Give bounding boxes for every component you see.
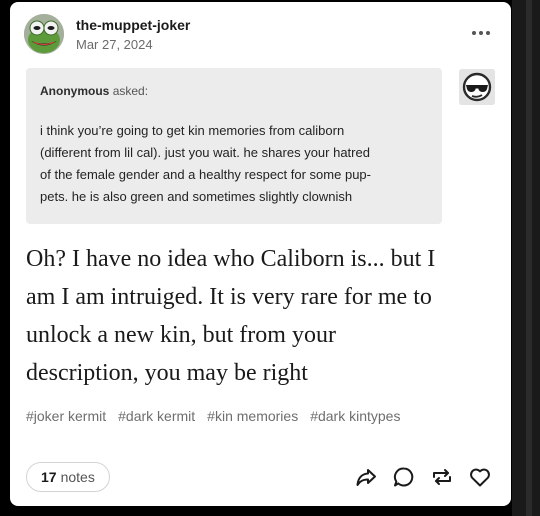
answer-line: description, you may be right [26,360,308,386]
asked-label: asked: [112,84,149,98]
answer-line: unlock a new kin, but from your [26,322,336,348]
more-options-icon[interactable] [472,24,490,42]
reblog-icon[interactable] [430,465,454,489]
tag-link[interactable]: #kin memories [207,408,298,424]
post-header: the-muppet-joker Mar 27, 2024 [10,2,511,62]
scrollbar-track[interactable] [526,0,532,516]
tag-link[interactable]: #joker kermit [26,408,106,424]
anonymous-avatar [459,69,495,105]
post-date[interactable]: Mar 27, 2024 [76,37,153,52]
question-line: pets. he is also green and sometimes sli… [40,189,353,204]
window-edge [512,0,540,516]
blog-name[interactable]: the-muppet-joker [76,17,190,33]
share-icon[interactable] [354,465,378,489]
notes-button[interactable]: 17 notes [26,462,110,492]
reply-icon[interactable] [392,465,416,489]
ask-question: i think you’re going to get kin memories… [40,120,432,208]
anonymous-sunglasses-icon [459,69,495,105]
tag-link[interactable]: #dark kintypes [310,408,400,424]
question-line: i think you’re going to get kin memories… [40,123,345,138]
like-icon[interactable] [468,465,492,489]
tag-link[interactable]: #dark kermit [118,408,195,424]
question-line: of the female gender and a healthy respe… [40,167,371,182]
question-line: (different from lil cal). just you wait.… [40,145,370,160]
post-actions [354,465,492,489]
tag-list: #joker kermit #dark kermit #kin memories… [26,408,400,424]
post-card: the-muppet-joker Mar 27, 2024 Anonymous … [10,2,511,506]
kermit-avatar-icon [24,14,64,54]
answer-text: Oh? I have no idea who Caliborn is... bu… [26,240,501,392]
answer-line: Oh? I have no idea who Caliborn is... bu… [26,246,436,272]
dot [479,31,483,35]
ask-header: Anonymous asked: [40,84,148,98]
notes-label: notes [60,469,95,485]
blog-avatar[interactable] [24,14,64,54]
dot [486,31,490,35]
dot [472,31,476,35]
answer-line: am I am intruiged. It is very rare for m… [26,284,432,310]
ask-bubble: Anonymous asked: i think you’re going to… [26,68,442,224]
notes-count: 17 [41,469,57,485]
asker-name: Anonymous [40,84,110,98]
